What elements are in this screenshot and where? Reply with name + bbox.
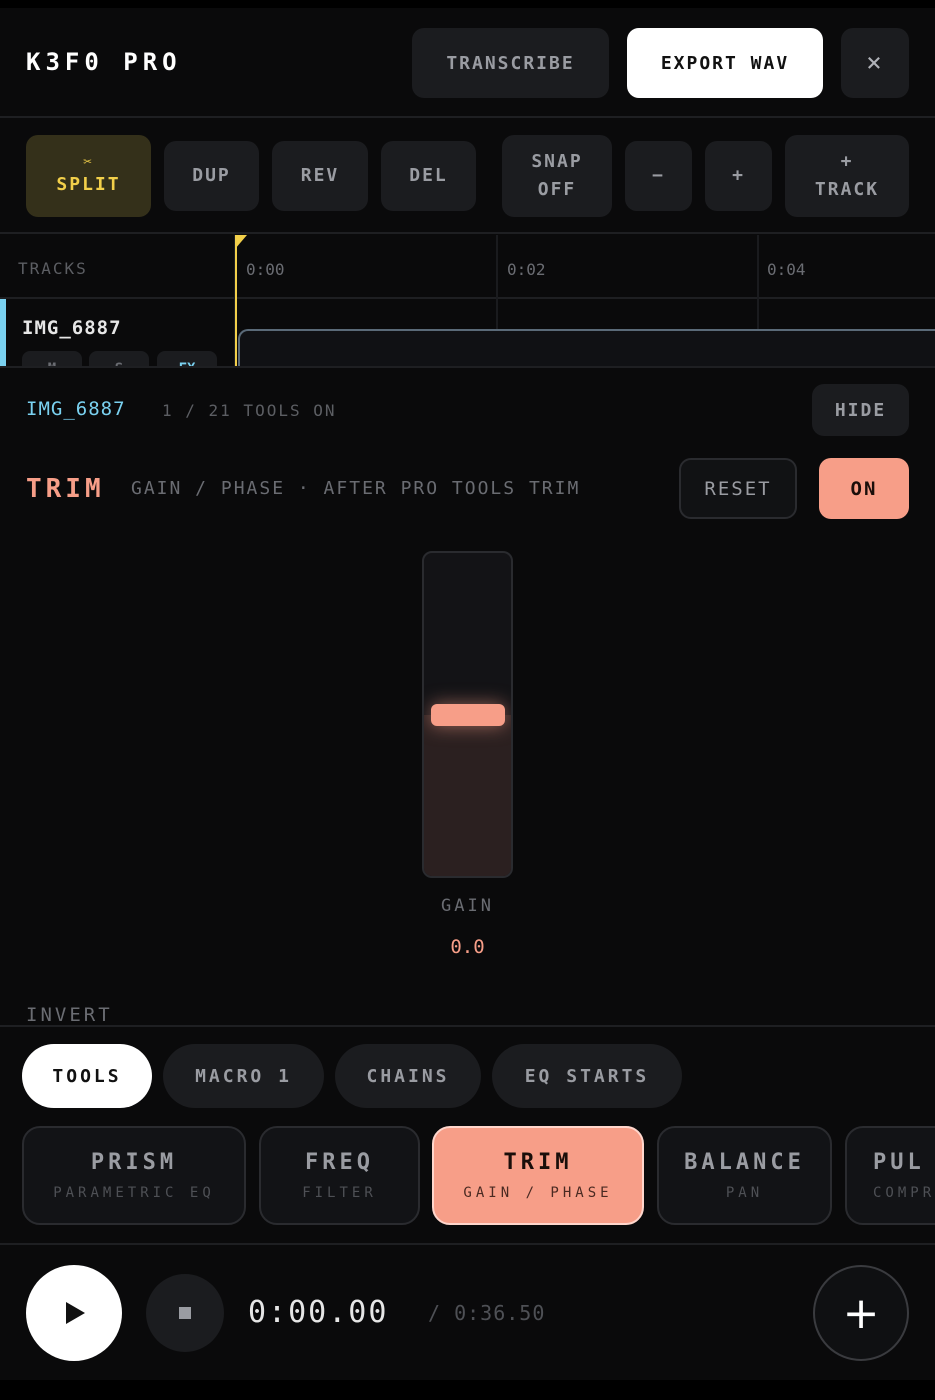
tool-desc: COMPR (873, 1185, 935, 1201)
track-solo-button[interactable]: S (89, 351, 149, 366)
add-button[interactable]: + (813, 1265, 909, 1361)
tick-label: 0:02 (507, 260, 546, 279)
audio-clip[interactable] (238, 329, 935, 366)
track-mute-button[interactable]: M (22, 351, 82, 366)
hide-panel-button[interactable]: HIDE (812, 384, 909, 436)
tool-browser: TOOLS MACRO 1 CHAINS EQ STARTS PRISM PAR… (0, 1025, 935, 1245)
stop-icon (179, 1307, 191, 1319)
tab-macro-1[interactable]: MACRO 1 (163, 1044, 324, 1108)
current-time: 0:00.00 (248, 1295, 389, 1330)
add-track-button[interactable]: + TRACK (785, 135, 909, 217)
edit-toolbar: ✂ SPLIT DUP REV DEL SNAP OFF − + + TRACK (0, 120, 935, 234)
split-button[interactable]: ✂ SPLIT (26, 135, 151, 217)
track-color-indicator (0, 299, 6, 366)
tab-tools[interactable]: TOOLS (22, 1044, 152, 1108)
playhead-marker-icon[interactable] (235, 235, 247, 249)
tool-card-freq[interactable]: FREQ FILTER (259, 1126, 420, 1225)
snap-label: SNAP (531, 151, 583, 172)
stop-button[interactable] (146, 1274, 224, 1352)
tab-eq-starts[interactable]: EQ STARTS (492, 1044, 682, 1108)
snap-toggle-button[interactable]: SNAP OFF (502, 135, 612, 217)
gain-fader-fill (424, 714, 511, 876)
zoom-out-button[interactable]: − (625, 141, 692, 211)
add-track-label: TRACK (814, 179, 880, 200)
plus-icon: + (842, 1287, 880, 1339)
scissors-icon: ✂ (83, 154, 94, 170)
zoom-in-button[interactable]: + (705, 141, 772, 211)
tool-desc: PAN (725, 1185, 764, 1201)
tool-name: TRIM (503, 1150, 573, 1175)
tool-card-trim[interactable]: TRIM GAIN / PHASE (432, 1126, 644, 1225)
plugin-title: TRIM (26, 474, 105, 504)
tool-name: PUL (873, 1150, 925, 1175)
duplicate-button[interactable]: DUP (164, 141, 259, 211)
playhead[interactable] (235, 235, 237, 366)
reset-button[interactable]: RESET (679, 458, 797, 519)
tool-name: BALANCE (684, 1150, 805, 1175)
track-fx-button[interactable]: FX (157, 351, 217, 366)
app-logo: K3F0 PRO (26, 48, 182, 76)
panel-track-name: IMG_6887 (26, 398, 126, 420)
play-icon (66, 1302, 85, 1324)
gain-label: GAIN (441, 896, 494, 916)
delete-button[interactable]: DEL (381, 141, 476, 211)
tool-desc: GAIN / PHASE (463, 1185, 613, 1201)
track-name[interactable]: IMG_6887 (22, 317, 122, 339)
tool-name: FREQ (305, 1150, 374, 1175)
invert-label: INVERT (26, 1004, 113, 1026)
transcribe-button[interactable]: TRANSCRIBE (412, 28, 609, 98)
close-icon: × (866, 48, 884, 78)
tool-card-prism[interactable]: PRISM PARAMETRIC EQ (22, 1126, 246, 1225)
tool-card-balance[interactable]: BALANCE PAN (657, 1126, 832, 1225)
close-button[interactable]: × (841, 28, 909, 98)
tracks-header-label: TRACKS (18, 259, 88, 278)
timeline: TRACKS 0:00 0:02 0:04 IMG_6887 M S FX (0, 235, 935, 368)
split-label: SPLIT (56, 174, 121, 195)
plus-icon: + (840, 151, 854, 172)
tick-label: 0:04 (767, 260, 806, 279)
app-window: K3F0 PRO TRANSCRIBE EXPORT WAV × ✂ SPLIT… (0, 8, 935, 1380)
plugin-on-toggle[interactable]: ON (819, 458, 909, 519)
gain-fader[interactable] (422, 551, 513, 878)
reverse-button[interactable]: REV (272, 141, 368, 211)
tool-card-pul[interactable]: PUL COMPR (845, 1126, 935, 1225)
transport-bar: 0:00.00 / 0:36.50 + (0, 1243, 935, 1380)
gain-fader-handle[interactable] (431, 703, 505, 726)
export-wav-button[interactable]: EXPORT WAV (627, 28, 823, 98)
header: K3F0 PRO TRANSCRIBE EXPORT WAV × (0, 8, 935, 118)
tool-name: PRISM (90, 1150, 178, 1175)
tool-desc: FILTER (302, 1185, 377, 1201)
play-button[interactable] (26, 1265, 122, 1361)
tick-label: 0:00 (246, 260, 285, 279)
snap-state: OFF (537, 179, 577, 200)
tab-chains[interactable]: CHAINS (335, 1044, 481, 1108)
plugin-subtitle: GAIN / PHASE · AFTER PRO TOOLS TRIM (131, 478, 581, 499)
tool-desc: PARAMETRIC EQ (53, 1185, 215, 1201)
total-time: / 0:36.50 (428, 1301, 546, 1325)
gain-value: 0.0 (450, 936, 485, 958)
tools-on-count: 1 / 21 TOOLS ON (162, 401, 337, 420)
